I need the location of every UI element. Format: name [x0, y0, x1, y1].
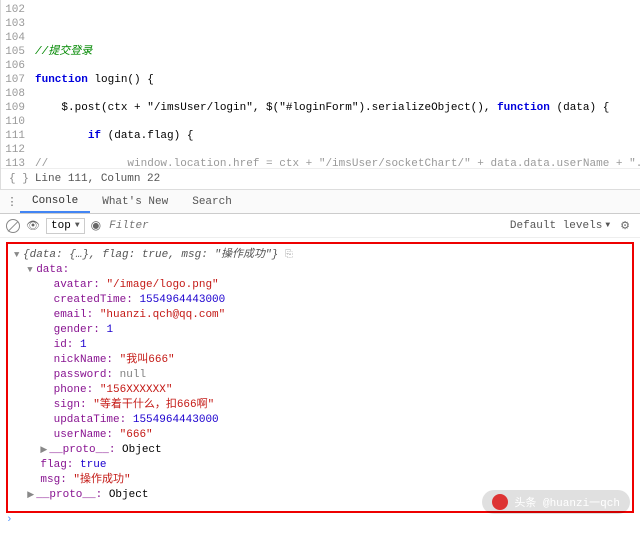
copy-icon[interactable]: ⎘ [285, 250, 293, 261]
code-editor[interactable]: 1021031041051061071081091101111121131141… [1, 0, 640, 168]
chevron-right-icon[interactable]: ▶ [27, 488, 36, 503]
clear-console-icon[interactable] [6, 219, 20, 233]
tab-search[interactable]: Search [180, 192, 244, 212]
log-levels-selector[interactable]: Default levels▼ [510, 220, 610, 232]
watermark: 头条 @huanzi一qch [482, 490, 630, 514]
console-output[interactable]: ▼{data: {…}, flag: true, msg: "操作成功"} ⎘ … [0, 238, 640, 532]
filter-input[interactable] [107, 218, 504, 234]
code-content: //提交登录 function login() { $.post(ctx + "… [31, 0, 640, 168]
highlighted-output: ▼{data: {…}, flag: true, msg: "操作成功"} ⎘ … [6, 242, 634, 513]
line-gutter: 1021031041051061071081091101111121131141… [1, 0, 31, 168]
chevron-down-icon[interactable]: ▼ [27, 263, 36, 278]
pin-icon[interactable]: ◉ [91, 218, 101, 233]
tab-console[interactable]: Console [20, 191, 90, 213]
context-selector[interactable]: top▼ [46, 218, 85, 234]
status-bar: { } Line 111, Column 22 [1, 168, 640, 189]
braces-icon[interactable]: { } [9, 173, 29, 185]
chevron-down-icon[interactable]: ▼ [14, 248, 23, 263]
logo-icon [492, 494, 508, 510]
console-toolbar: 👁 top▼ ◉ Default levels▼ ⚙ [0, 214, 640, 238]
gear-icon[interactable]: ⚙ [616, 219, 634, 233]
tab-whatsnew[interactable]: What's New [90, 192, 180, 212]
menu-icon[interactable]: ⋮ [4, 195, 20, 209]
chevron-down-icon: ▼ [75, 221, 80, 230]
chevron-down-icon: ▼ [605, 221, 610, 230]
devtools-tabs: ⋮ Console What's New Search [0, 190, 640, 214]
eye-icon[interactable]: 👁 [26, 219, 40, 233]
console-prompt[interactable]: › [6, 513, 634, 528]
cursor-position: Line 111, Column 22 [35, 173, 160, 185]
